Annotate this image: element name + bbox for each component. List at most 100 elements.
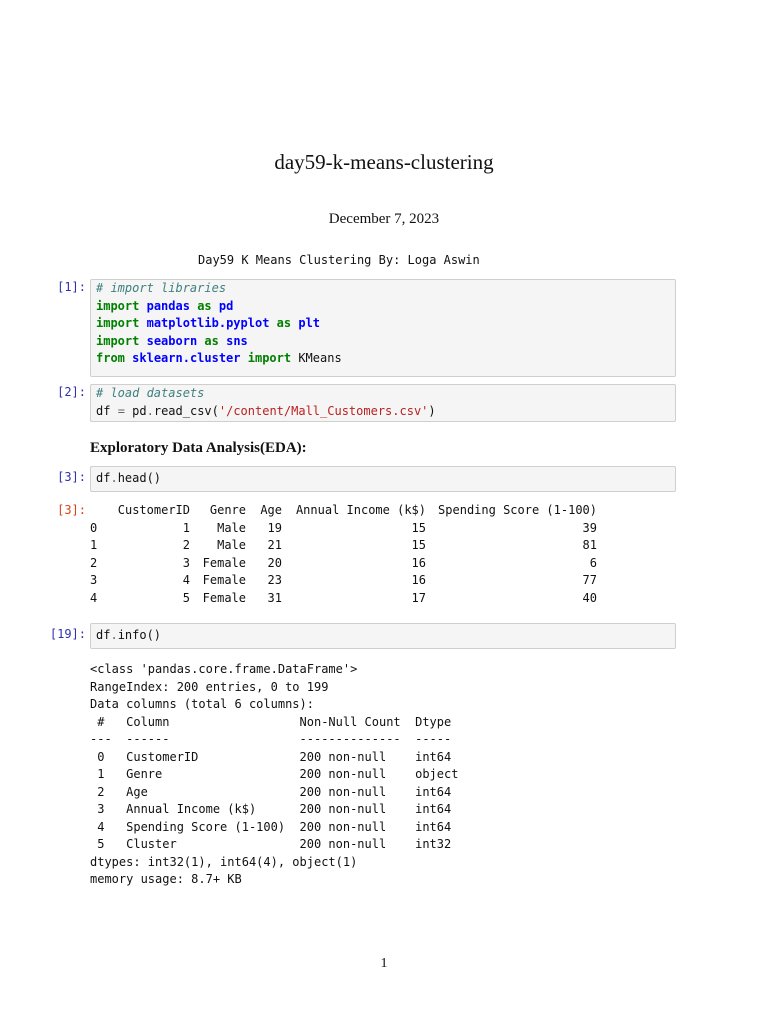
output-line: RangeIndex: 200 entries, 0 to 199 (90, 679, 329, 694)
table-cell: 15 (411, 538, 426, 552)
table-cell: 3 (182, 555, 190, 570)
code-token: from (96, 351, 125, 365)
code-token: df (96, 471, 111, 485)
table-cell: 5 (182, 590, 190, 605)
table-cell: 39 (582, 520, 597, 535)
output-line: Data columns (total 6 columns): (90, 697, 314, 711)
code-token: . (110, 628, 118, 642)
row-index: 3 (90, 573, 98, 587)
code-token: info() (117, 628, 162, 642)
code-token: pd (124, 403, 147, 418)
table-cell: 4 (182, 573, 190, 587)
code-token: . (146, 403, 154, 418)
code-token: import (96, 316, 140, 330)
table-cell: 1 (182, 520, 190, 535)
table-cell: 20 (267, 555, 282, 570)
output-line: memory usage: 8.7+ KB (90, 872, 242, 886)
code-token: import (96, 298, 140, 313)
output-line: dtypes: int32(1), int64(4), object(1) (90, 854, 358, 869)
code-token: seaborn (146, 333, 198, 348)
code-line: df = pd.read_csv('/content/Mall_Customer… (96, 403, 675, 421)
column-header: Spending Score (1-100) (438, 503, 597, 517)
column-header: Genre (209, 503, 246, 517)
table-header-row: CustomerID Genre Age Annual Income (k$) … (90, 502, 597, 520)
row-index: 0 (90, 520, 98, 535)
output-line: # Column Non-Null Count Dtype (90, 714, 459, 729)
row-index: 2 (90, 555, 98, 570)
table-cell: 16 (411, 573, 426, 587)
table-cell: 40 (582, 590, 597, 605)
dataframe-head-table: CustomerID Genre Age Annual Income (k$) … (90, 502, 597, 607)
table-cell: 23 (267, 573, 282, 587)
code-cell[interactable]: df.info() (90, 623, 676, 649)
code-token: head() (117, 471, 162, 485)
table-cell: 15 (411, 520, 426, 535)
code-token: df (96, 403, 118, 418)
table-cell: 21 (267, 538, 282, 552)
table-cell: 81 (582, 538, 597, 552)
output-line: 3 Annual Income (k$) 200 non-null int64 (90, 802, 459, 816)
column-header: Age (260, 503, 282, 517)
table-cell: Male (217, 520, 246, 535)
cell-prompt: [1]: (57, 280, 86, 294)
code-line: df.head() (96, 470, 675, 488)
code-token: df (96, 628, 111, 642)
code-cell[interactable]: # import libraries import pandas as pd imp… (90, 279, 676, 377)
code-cell[interactable]: # load datasets df = pd.read_csv('/conten… (90, 384, 676, 422)
output-prompt: [3]: (57, 503, 86, 517)
code-line: from sklearn.cluster import KMeans (96, 350, 675, 368)
table-cell: 17 (411, 590, 426, 605)
output-line: 4 Spending Score (1-100) 200 non-null in… (90, 819, 459, 834)
table-cell: 19 (267, 520, 282, 535)
code-token: pd (218, 298, 234, 313)
intro-text: Day59 K Means Clustering By: Loga Aswin (198, 253, 480, 267)
code-token: as (204, 333, 219, 348)
table-row: 3 4 Female 23 16 77 (90, 572, 597, 590)
output-line: 1 Genre 200 non-null object (90, 767, 459, 781)
table-row: 4 5 Female 31 17 40 (90, 590, 597, 608)
cell-prompt: [2]: (57, 385, 86, 399)
output-line: --- ------ -------------- ----- (90, 732, 459, 746)
table-cell: Male (217, 538, 246, 552)
code-token: ) (428, 403, 436, 418)
table-cell: 2 (182, 538, 190, 552)
code-token: plt (298, 316, 321, 330)
cell-prompt: [3]: (57, 470, 86, 484)
code-token: as (276, 316, 292, 330)
output-line: 2 Age 200 non-null int64 (90, 784, 459, 799)
code-token: . (110, 471, 118, 485)
code-token: as (197, 298, 212, 313)
code-token: pandas (146, 298, 190, 313)
code-line: # load datasets (96, 385, 675, 403)
code-line: import pandas as pd (96, 298, 675, 316)
code-line: # import libraries (96, 280, 675, 298)
table-cell: 31 (267, 590, 282, 605)
output-line: 0 CustomerID 200 non-null int64 (90, 749, 459, 764)
cell-prompt: [19]: (49, 627, 86, 641)
code-token: import (96, 333, 140, 348)
output-line: <class 'pandas.core.frame.DataFrame'> (90, 662, 358, 676)
code-token: matplotlib.pyplot (146, 316, 270, 330)
table-cell: 6 (589, 555, 597, 570)
code-token: import (247, 351, 292, 365)
page-number: 1 (380, 956, 388, 971)
code-token: KMeans (291, 351, 342, 365)
code-cell[interactable]: df.head() (90, 466, 676, 492)
code-token: sns (226, 333, 248, 348)
table-cell: Female (202, 573, 246, 587)
table-cell: 77 (582, 573, 597, 587)
output-line: 5 Cluster 200 non-null int32 (90, 837, 459, 851)
code-line: df.info() (96, 627, 675, 645)
table-cell: Female (202, 590, 246, 605)
row-index: 1 (90, 538, 98, 552)
table-row: 2 3 Female 20 16 6 (90, 555, 597, 573)
code-token: '/content/Mall_Customers.csv' (218, 403, 429, 418)
code-token: # import libraries (96, 281, 227, 295)
table-row: 1 2 Male 21 15 81 (90, 537, 597, 555)
